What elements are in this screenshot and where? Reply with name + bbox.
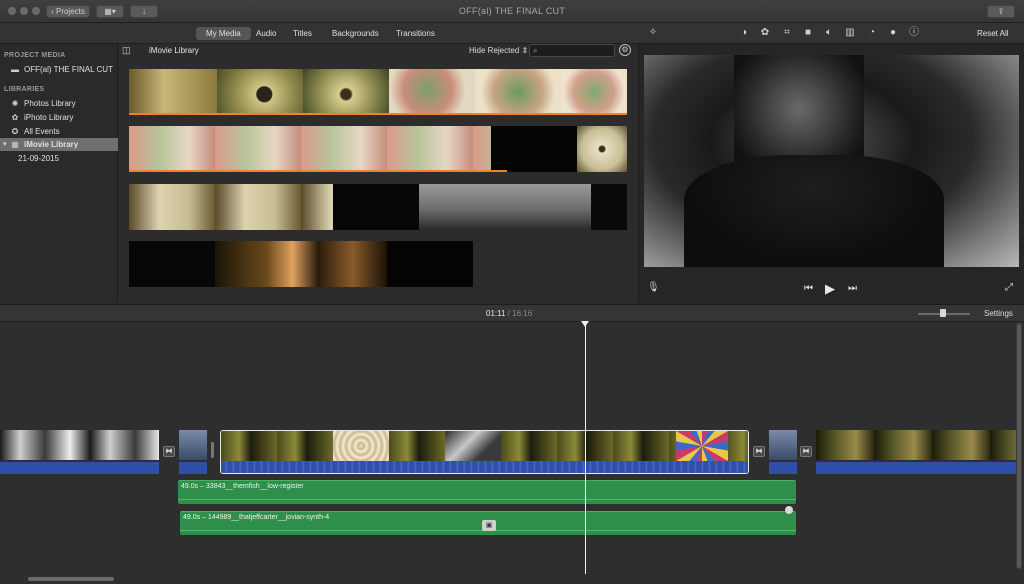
vertical-scrollbar[interactable] [1016,322,1022,570]
crop-icon[interactable]: ⌗ [781,27,793,39]
photos-icon: ✺ [11,99,19,108]
playhead-marker-icon[interactable] [581,321,589,327]
microphone-icon[interactable]: 🎙︎ [647,282,660,293]
volume-keyframe-handle[interactable] [785,506,793,514]
reset-all-button[interactable]: Reset All [969,27,1017,40]
browser-title: iMovie Library [149,46,199,55]
gear-icon[interactable]: ⚙ [619,44,631,56]
sidebar-item-all-events[interactable]: ✪ All Events [0,125,118,138]
speed-gauge-icon[interactable]: ◔ [866,27,878,39]
sidebar-item-photos-library[interactable]: ✺ Photos Library [0,97,118,110]
viewer: 🎙︎ ⏮︎ ▶ ⏭︎ ⤢ [638,44,1024,303]
film-icon: ▬ [11,65,19,74]
star-icon: ✪ [11,127,19,136]
music-track[interactable]: 49.0s – 33843__themfish__low-register [178,480,796,504]
music-track[interactable]: 49.0s – 144989__thatjeffcarter__jovian-s… [180,511,796,535]
share-icon: ⇪ [997,7,1005,16]
playhead[interactable] [585,322,586,574]
timeline-clip[interactable] [769,430,797,474]
zoom-slider-thumb[interactable] [940,309,946,317]
skip-back-icon[interactable]: ⏮︎ [804,283,813,294]
disclosure-triangle-icon[interactable]: ▾ [3,138,7,151]
tab-backgrounds[interactable]: Backgrounds [322,27,389,40]
timecode: 01:11 / 16:16 [486,309,533,318]
hide-rejected-select[interactable]: Hide Rejected ⇕ [469,46,528,55]
sidebar-item-iphoto-library[interactable]: ✿ iPhoto Library [0,111,118,124]
magic-wand-icon[interactable]: ✧ [647,27,659,39]
media-browser: ◫ iMovie Library Hide Rejected ⇕ ⌕ ⚙ [119,44,637,303]
clip-trim-handle[interactable] [211,442,214,458]
volume-icon[interactable]: 🔈︎ [823,27,835,39]
transition-icon[interactable]: ⧓ [163,446,175,457]
current-time: 01:11 [486,309,506,318]
timeline-clip[interactable] [816,430,1016,474]
tab-transitions[interactable]: Transitions [386,27,445,40]
title-bar: ‹ Projects ▦▾ ↓ OFF(al) THE FINAL CUT ⇪ [0,0,1024,23]
sidebar-item-imovie-library[interactable]: ▾ ▦ iMovie Library [0,138,118,151]
toolbar: My Media Audio Titles Backgrounds Transi… [0,23,1024,44]
equalizer-icon[interactable]: ▥ [844,27,856,39]
color-balance-icon[interactable]: ◑ [738,27,750,39]
color-palette-icon[interactable]: ✿ [759,27,771,39]
clip-filter-icon[interactable]: ● [887,27,899,39]
window-title: OFF(al) THE FINAL CUT [458,6,566,16]
sidebar-toggle-icon[interactable]: ◫ [122,45,136,57]
music-clip-badge-icon[interactable]: ▣ [482,520,496,531]
timeline-clip[interactable] [0,430,159,474]
stabilization-camera-icon[interactable]: ■ [802,27,814,39]
tab-titles[interactable]: Titles [283,27,322,40]
media-clip-row[interactable] [129,184,627,230]
share-button[interactable]: ⇪ [987,5,1015,18]
tab-audio[interactable]: Audio [246,27,286,40]
tab-my-media[interactable]: My Media [196,27,251,40]
timeline-clip[interactable] [179,430,207,474]
info-icon[interactable]: ⓘ [908,27,920,39]
libraries-header: LIBRARIES [4,86,45,93]
sidebar-item-project[interactable]: ▬ OFF(al) THE FINAL CUT [0,63,118,76]
library-grid-icon: ▦ [11,140,19,149]
video-preview [644,55,1019,267]
sidebar-item-event-date[interactable]: 21-09-2015 [0,152,118,165]
media-clip-row[interactable] [129,241,473,287]
settings-button[interactable]: Settings [984,309,1013,318]
transition-icon[interactable]: ⧓ [753,446,765,457]
up-down-arrows-icon: ⇕ [521,46,529,55]
iphoto-icon: ✿ [11,113,19,122]
play-icon[interactable]: ▶ [825,281,835,297]
zoom-slider[interactable] [918,309,970,317]
fullscreen-icon[interactable]: ⤢ [1005,282,1013,293]
media-clip-row[interactable] [129,126,627,172]
search-input[interactable]: ⌕ [529,44,615,57]
timeline-clip-selected[interactable] [220,430,749,474]
total-time: 16:16 [512,309,533,318]
project-media-header: PROJECT MEDIA [4,52,66,59]
search-icon: ⌕ [533,46,538,55]
timeline: ⧓ ⧓ ⧓ 49.0s – 33843__themfish__low-regis… [0,321,1024,584]
media-clip-row[interactable] [129,69,627,115]
timeline-header: 01:11 / 16:16 Settings [0,304,1024,322]
horizontal-scrollbar[interactable] [28,577,114,581]
skip-forward-icon[interactable]: ⏭︎ [848,283,857,294]
sidebar: PROJECT MEDIA ▬ OFF(al) THE FINAL CUT LI… [0,44,118,303]
transition-icon[interactable]: ⧓ [800,446,812,457]
